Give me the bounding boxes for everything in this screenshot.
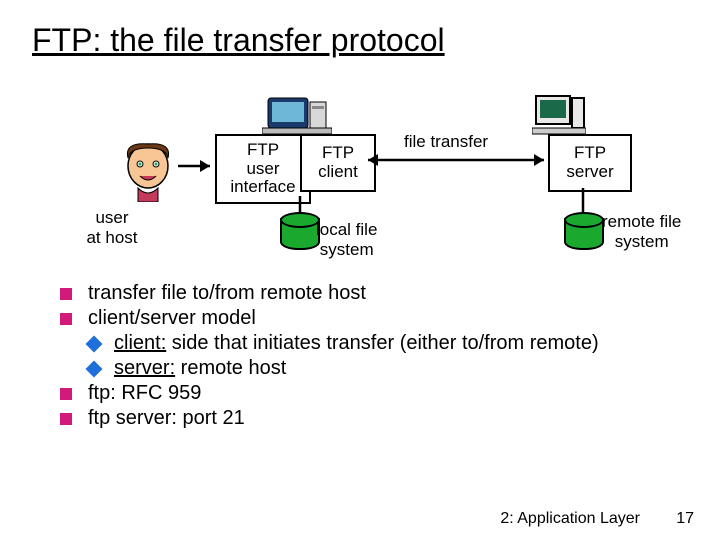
- ftp-diagram: FTP user interface FTP client FTP server…: [0, 70, 720, 270]
- text: side that initiates transfer (either to/…: [166, 332, 598, 354]
- text: system: [316, 240, 377, 260]
- bullet-item: ftp server: port 21: [60, 407, 670, 430]
- bullet-item: client/server model: [60, 307, 670, 330]
- text: local file: [316, 220, 377, 240]
- text: remote file: [602, 212, 681, 232]
- bullet-list: transfer file to/from remote host client…: [60, 280, 670, 432]
- remote-fs-label: remote file system: [602, 212, 681, 251]
- sub-bullet-item: server: remote host: [88, 357, 670, 380]
- text: system: [602, 232, 681, 252]
- text: at host: [72, 228, 152, 248]
- footer-chapter: 2: Application Layer: [500, 510, 640, 528]
- emphasis: client:: [114, 332, 166, 354]
- local-disk-icon: [280, 212, 316, 250]
- sub-bullet-item: client: side that initiates transfer (ei…: [88, 332, 670, 355]
- file-transfer-label: file transfer: [404, 132, 488, 152]
- remote-disk-icon: [564, 212, 600, 250]
- bullet-item: ftp: RFC 959: [60, 382, 670, 405]
- slide-title: FTP: the file transfer protocol: [32, 22, 445, 59]
- text: user: [72, 208, 152, 228]
- text: remote host: [175, 357, 286, 379]
- emphasis: server:: [114, 357, 175, 379]
- footer-page-number: 17: [676, 510, 694, 528]
- user-at-host-label: user at host: [72, 208, 152, 247]
- bullet-item: transfer file to/from remote host: [60, 282, 670, 305]
- local-fs-label: local file system: [316, 220, 377, 259]
